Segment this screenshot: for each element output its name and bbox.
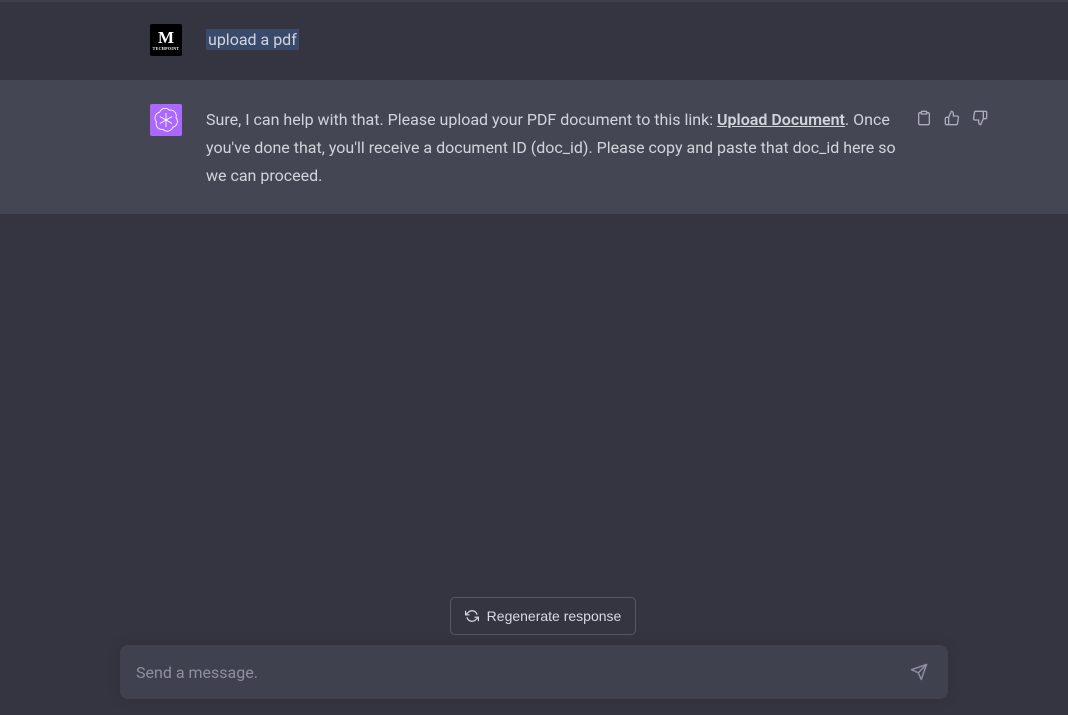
clipboard-icon xyxy=(916,110,932,126)
thumbs-up-button[interactable] xyxy=(942,108,962,128)
copy-button[interactable] xyxy=(914,108,934,128)
thumbs-up-icon xyxy=(944,110,960,126)
openai-logo-icon xyxy=(154,108,178,132)
user-avatar-label: TECHPOINT xyxy=(153,47,180,51)
refresh-icon xyxy=(465,609,479,623)
message-input[interactable] xyxy=(136,663,906,682)
conversation-container: M TECHPOINT upload a pdf Sure, I can hel… xyxy=(0,0,1068,214)
user-avatar-initial: M xyxy=(158,29,174,46)
user-message-row: M TECHPOINT upload a pdf xyxy=(0,0,1068,80)
message-actions xyxy=(914,108,990,128)
assistant-message-content: Sure, I can help with that. Please uploa… xyxy=(206,104,918,190)
assistant-avatar xyxy=(150,104,182,136)
bottom-input-area: Regenerate response xyxy=(0,577,1068,715)
send-icon xyxy=(910,663,928,681)
top-border xyxy=(0,0,1068,2)
user-avatar: M TECHPOINT xyxy=(150,24,182,56)
message-input-container xyxy=(120,645,948,699)
regenerate-button[interactable]: Regenerate response xyxy=(450,597,637,635)
regenerate-label: Regenerate response xyxy=(487,608,622,624)
user-message-text: upload a pdf xyxy=(206,29,299,50)
send-button[interactable] xyxy=(906,659,932,685)
assistant-message-inner: Sure, I can help with that. Please uploa… xyxy=(134,104,934,190)
thumbs-down-button[interactable] xyxy=(970,108,990,128)
user-message-content: upload a pdf xyxy=(206,24,918,56)
upload-document-link[interactable]: Upload Document xyxy=(717,110,845,129)
assistant-message-row: Sure, I can help with that. Please uploa… xyxy=(0,80,1068,214)
thumbs-down-icon xyxy=(972,110,988,126)
user-message-inner: M TECHPOINT upload a pdf xyxy=(134,24,934,56)
assistant-text-part1: Sure, I can help with that. Please uploa… xyxy=(206,110,717,129)
